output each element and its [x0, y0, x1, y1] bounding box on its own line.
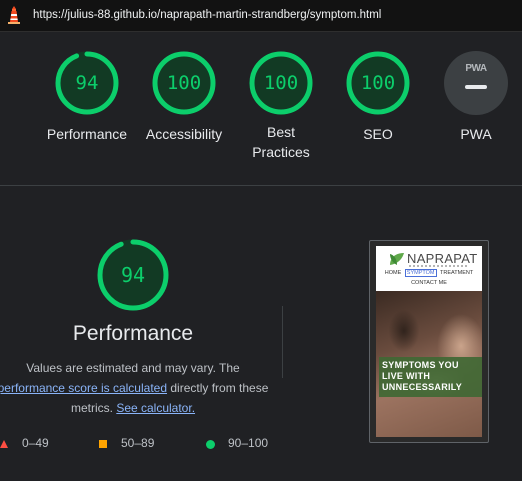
performance-detail-score: 94	[120, 263, 146, 287]
screenshot-content: NAPRAPAT HOME SYMPTOM TREATMENT CONTACT …	[376, 246, 482, 437]
score-calculated-link[interactable]: performance score is calculated	[0, 381, 167, 395]
vertical-divider	[282, 306, 283, 378]
site-nav-symptom: SYMPTOM	[404, 269, 437, 277]
pwa-dash-icon	[465, 85, 487, 89]
performance-description: Values are estimated and may vary. The p…	[0, 358, 270, 418]
green-circle-icon	[206, 440, 215, 449]
label-best-practices: Best Practices	[252, 124, 310, 160]
pwa-badge-icon[interactable]: PWA	[444, 51, 508, 115]
pwa-badge-text: PWA	[465, 63, 487, 74]
orange-square-icon	[99, 440, 107, 448]
page-url[interactable]: https://julius-88.github.io/naprapath-ma…	[33, 9, 381, 21]
desc-text-1: Values are estimated and may vary. The	[26, 361, 240, 375]
performance-detail-gauge: 94	[95, 237, 171, 313]
performance-title: Performance	[72, 322, 194, 345]
site-nav-home: HOME	[384, 270, 402, 276]
leaf-logo-icon	[390, 253, 404, 265]
red-triangle-icon	[0, 440, 8, 448]
gauge-accessibility[interactable]: 100 Accessibility	[137, 50, 231, 144]
label-accessibility: Accessibility	[145, 126, 223, 142]
lighthouse-logo-icon	[8, 6, 20, 24]
hero-line-3: UNNECESSARILY	[382, 382, 463, 392]
legend-fail-range: 0–49	[22, 436, 49, 450]
gauge-best-practices[interactable]: 100 Best Practices	[234, 50, 328, 162]
legend-pass-range: 90–100	[228, 436, 269, 450]
site-nav-contact: CONTACT ME	[411, 280, 447, 286]
top-bar: https://julius-88.github.io/naprapath-ma…	[0, 0, 522, 32]
section-divider	[0, 185, 522, 186]
score-best-practices: 100	[263, 72, 299, 94]
score-accessibility: 100	[166, 72, 202, 94]
site-brand: NAPRAPAT	[407, 251, 478, 266]
gauge-performance[interactable]: 94 Performance	[40, 50, 134, 144]
hero-line-2: LIVE WITH	[382, 371, 431, 381]
site-nav: HOME SYMPTOM TREATMENT	[376, 269, 482, 277]
legend-average-range: 50–89	[121, 436, 155, 450]
score-seo: 100	[360, 72, 396, 94]
hero-line-1: SYMPTOMS YOU	[382, 360, 459, 370]
hero-heading: SYMPTOMS YOU LIVE WITH UNNECESSARILY	[382, 360, 480, 393]
final-screenshot[interactable]: NAPRAPAT HOME SYMPTOM TREATMENT CONTACT …	[369, 240, 489, 443]
label-performance: Performance	[46, 126, 128, 142]
label-seo: SEO	[363, 126, 393, 142]
site-header: NAPRAPAT HOME SYMPTOM TREATMENT CONTACT …	[376, 246, 482, 291]
brand-tagline	[409, 265, 469, 267]
see-calculator-link[interactable]: See calculator.	[116, 401, 195, 415]
score-performance: 94	[75, 72, 99, 94]
gauge-seo[interactable]: 100 SEO	[331, 50, 425, 144]
label-pwa: PWA	[460, 126, 492, 142]
site-nav-treatment: TREATMENT	[440, 270, 474, 276]
